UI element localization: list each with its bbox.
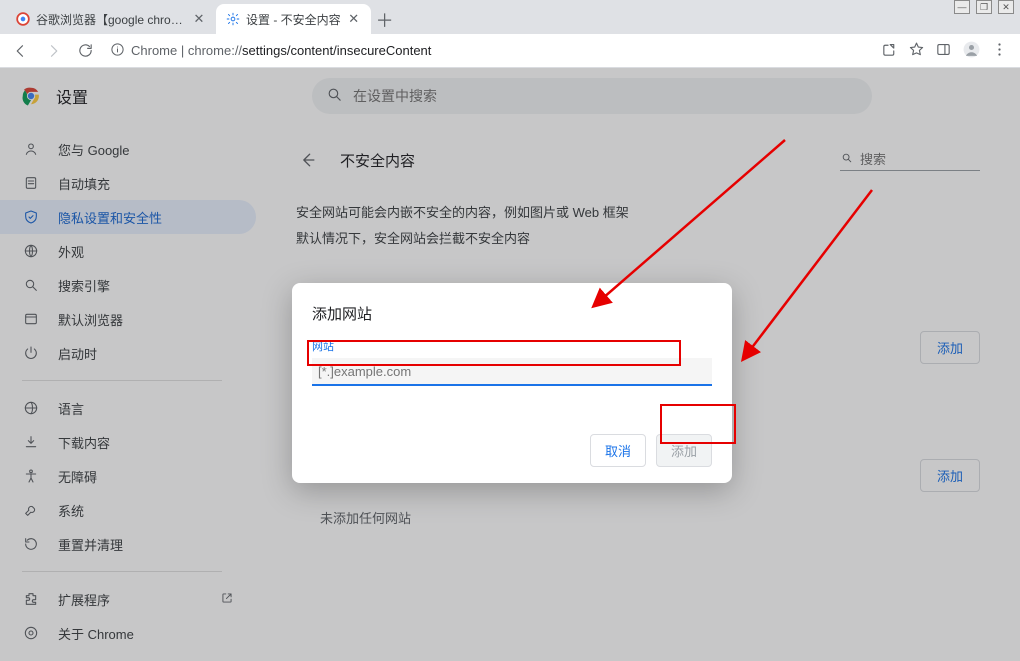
address-bar[interactable]: Chrome | chrome://settings/content/insec… <box>104 42 875 60</box>
back-button[interactable] <box>8 38 34 64</box>
share-icon[interactable] <box>881 41 898 61</box>
toolbar-right-icons <box>881 40 1012 62</box>
new-tab-button[interactable]: ＋ <box>371 6 399 34</box>
add-site-dialog: 添加网站 网站 取消 添加 <box>292 283 732 483</box>
bookmark-star-icon[interactable] <box>908 41 925 61</box>
browser-toolbar: Chrome | chrome://settings/content/insec… <box>0 34 1020 68</box>
tab-title: 设置 - 不安全内容 <box>246 11 341 28</box>
tab-close-icon[interactable]: ✕ <box>192 12 206 26</box>
tab-inactive[interactable]: 谷歌浏览器【google chrome】 ✕ <box>6 4 216 34</box>
kebab-menu-icon[interactable] <box>991 41 1008 61</box>
dialog-buttons: 取消 添加 <box>312 434 712 467</box>
url-text: Chrome | chrome://settings/content/insec… <box>131 43 431 58</box>
chrome-favicon-icon <box>16 12 30 26</box>
reload-button[interactable] <box>72 38 98 64</box>
site-info-icon[interactable] <box>110 42 125 60</box>
os-minimize-button[interactable]: — <box>954 0 970 14</box>
dialog-field-label: 网站 <box>312 338 712 354</box>
confirm-add-button[interactable]: 添加 <box>656 434 712 467</box>
side-panel-icon[interactable] <box>935 41 952 61</box>
cancel-button[interactable]: 取消 <box>590 434 646 467</box>
tab-active[interactable]: 设置 - 不安全内容 ✕ <box>216 4 371 34</box>
os-close-button[interactable]: ✕ <box>998 0 1014 14</box>
tab-close-icon[interactable]: ✕ <box>347 12 361 26</box>
settings-gear-icon <box>226 12 240 26</box>
forward-button[interactable] <box>40 38 66 64</box>
os-window-controls: — ❐ ✕ <box>954 0 1014 14</box>
tab-strip: 谷歌浏览器【google chrome】 ✕ 设置 - 不安全内容 ✕ ＋ <box>0 0 1020 34</box>
dialog-input-wrap <box>312 358 712 388</box>
tab-title: 谷歌浏览器【google chrome】 <box>36 11 186 28</box>
profile-avatar-icon[interactable] <box>962 40 981 62</box>
os-restore-button[interactable]: ❐ <box>976 0 992 14</box>
site-url-input[interactable] <box>312 358 712 386</box>
dialog-title: 添加网站 <box>312 303 712 324</box>
